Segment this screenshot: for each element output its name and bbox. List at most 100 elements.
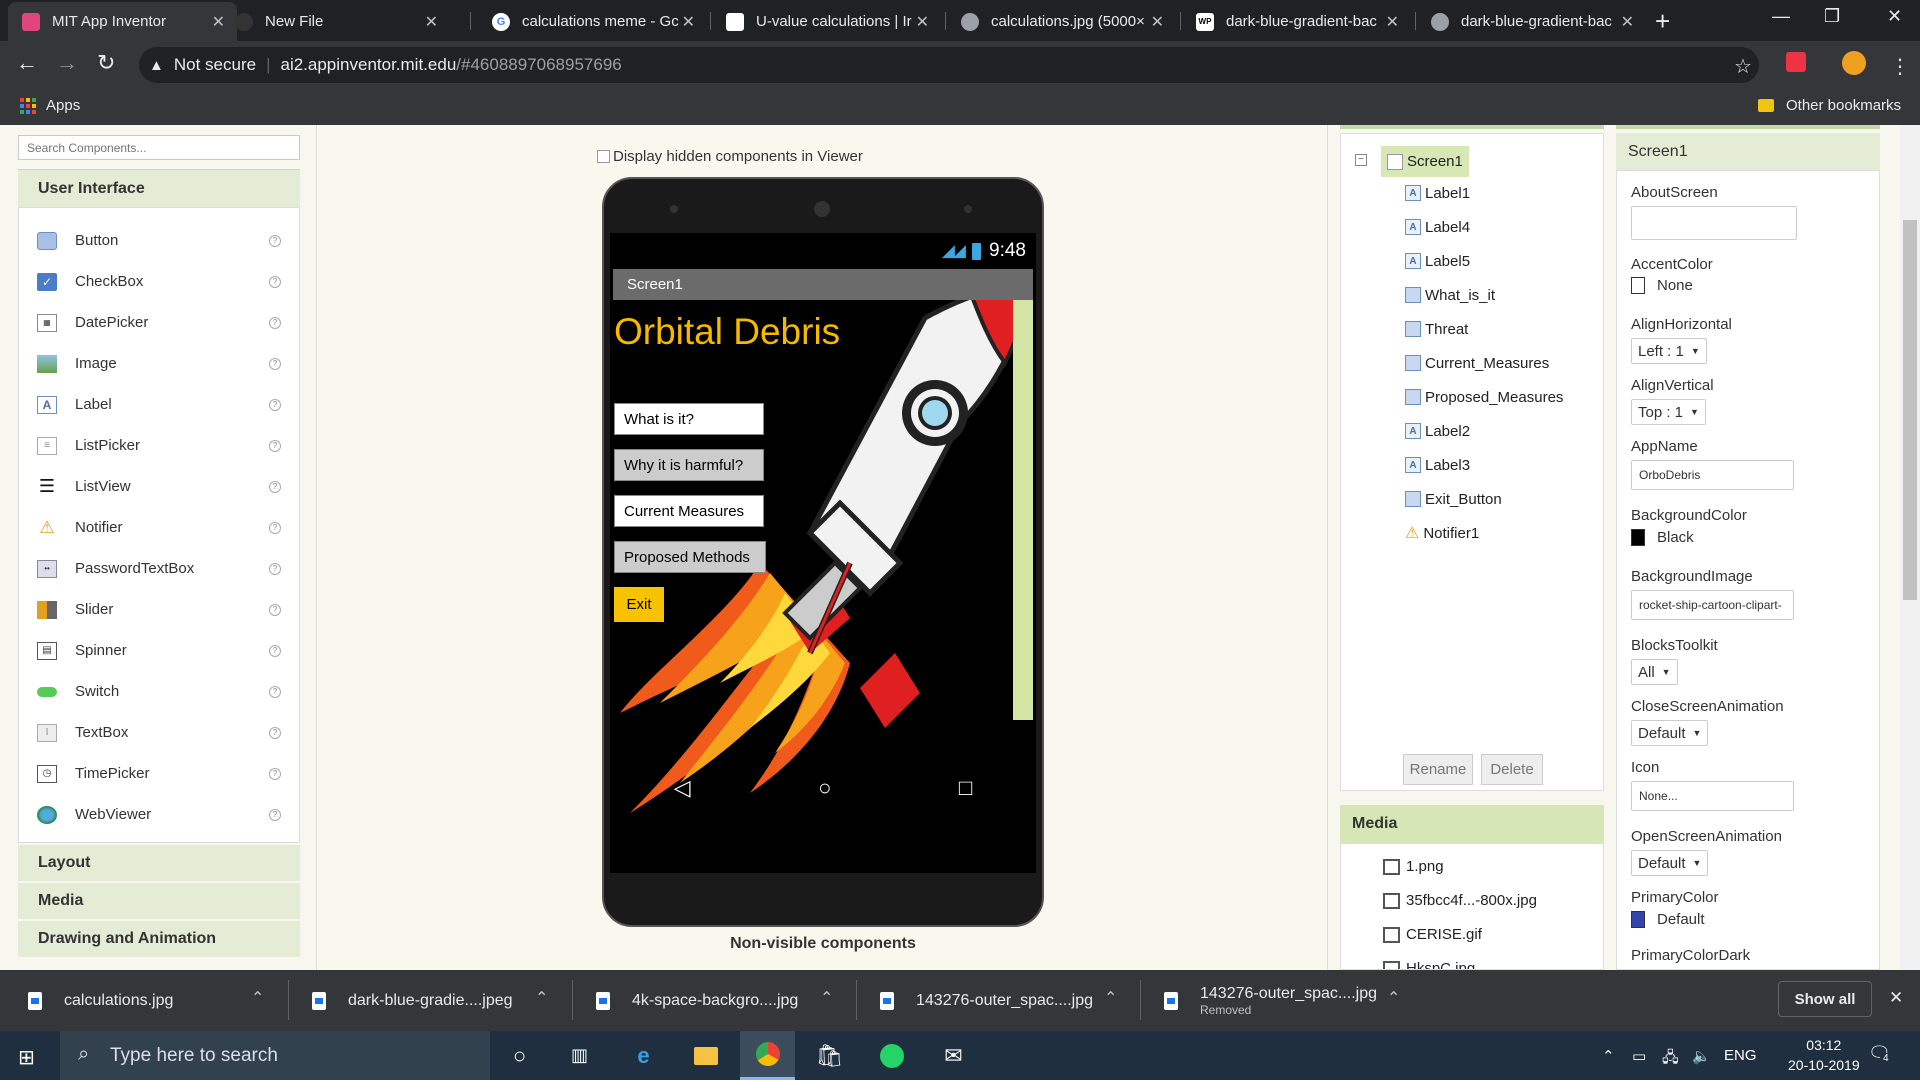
close-tab-icon[interactable]: ✕ bbox=[1151, 12, 1164, 32]
tab-u-value[interactable]: U-value calculations | Ir ✕ bbox=[712, 2, 941, 41]
mail-icon[interactable]: ✉ bbox=[926, 1031, 981, 1080]
bookmark-star-icon[interactable]: ☆ bbox=[1734, 54, 1752, 79]
category-drawing-animation[interactable]: Drawing and Animation bbox=[18, 921, 300, 959]
category-media[interactable]: Media bbox=[18, 883, 300, 921]
why-harmful-button[interactable]: Why it is harmful? bbox=[614, 449, 764, 481]
backgroundcolor-picker[interactable]: Black bbox=[1631, 529, 1694, 546]
tree-node-label5[interactable]: A Label5 bbox=[1405, 249, 1470, 273]
help-icon[interactable]: ? bbox=[269, 316, 281, 329]
rename-button[interactable]: Rename bbox=[1403, 754, 1473, 785]
app-title-label[interactable]: Orbital Debris bbox=[614, 311, 840, 353]
apps-shortcut[interactable]: Apps bbox=[20, 97, 80, 114]
closescreenanimation-select[interactable]: Default ▼ bbox=[1631, 720, 1709, 746]
help-icon[interactable]: ? bbox=[269, 357, 281, 370]
tree-node-proposed-measures[interactable]: Proposed_Measures bbox=[1405, 385, 1563, 409]
backgroundimage-picker[interactable]: rocket-ship-cartoon-clipart- bbox=[1631, 590, 1794, 620]
tab-calculations-meme[interactable]: G calculations meme - Gc ✕ bbox=[478, 2, 707, 41]
palette-item-spinner[interactable]: ▤ Spinner ? bbox=[19, 630, 299, 671]
download-item[interactable]: dark-blue-gradie....jpeg bbox=[312, 970, 513, 1031]
help-icon[interactable]: ? bbox=[269, 808, 281, 821]
palette-item-listview[interactable]: ☰ ListView ? bbox=[19, 466, 299, 507]
nav-back-icon[interactable]: ◁ bbox=[674, 775, 691, 801]
taskbar-search[interactable]: ⌕ Type here to search bbox=[60, 1031, 490, 1080]
pocket-extension-icon[interactable] bbox=[1786, 52, 1806, 72]
chevron-up-icon[interactable]: ⌃ bbox=[1602, 1047, 1615, 1065]
tree-node-label2[interactable]: A Label2 bbox=[1405, 419, 1470, 443]
other-bookmarks[interactable]: Other bookmarks bbox=[1758, 97, 1901, 114]
current-measures-button[interactable]: Current Measures bbox=[614, 495, 764, 527]
help-icon[interactable]: ? bbox=[269, 603, 281, 616]
tab-mit-app-inventor[interactable]: MIT App Inventor ✕ bbox=[8, 2, 237, 41]
display-hidden-checkbox[interactable]: Display hidden components in Viewer bbox=[597, 148, 863, 165]
blockstoolkit-select[interactable]: All ▼ bbox=[1631, 659, 1678, 685]
palette-item-datepicker[interactable]: ▦ DatePicker ? bbox=[19, 302, 299, 343]
palette-item-image[interactable]: Image ? bbox=[19, 343, 299, 384]
close-tab-icon[interactable]: ✕ bbox=[1621, 12, 1634, 32]
download-item[interactable]: 4k-space-backgro....jpg bbox=[596, 970, 798, 1031]
appname-input[interactable]: OrboDebris bbox=[1631, 460, 1794, 490]
proposed-methods-button[interactable]: Proposed Methods bbox=[614, 541, 766, 573]
help-icon[interactable]: ? bbox=[269, 644, 281, 657]
volume-icon[interactable]: 🔈 bbox=[1692, 1047, 1711, 1065]
exit-button[interactable]: Exit bbox=[614, 587, 664, 622]
network-icon[interactable]: 🖧 bbox=[1662, 1047, 1679, 1072]
close-tab-icon[interactable]: ✕ bbox=[682, 12, 695, 32]
back-icon[interactable]: ← bbox=[16, 50, 38, 76]
tree-node-exit-button[interactable]: Exit_Button bbox=[1405, 487, 1502, 511]
help-icon[interactable]: ? bbox=[269, 521, 281, 534]
edge-icon[interactable]: e bbox=[616, 1031, 671, 1080]
download-item[interactable]: calculations.jpg bbox=[28, 970, 173, 1031]
show-all-button[interactable]: Show all bbox=[1778, 981, 1872, 1017]
file-explorer-icon[interactable] bbox=[678, 1031, 733, 1080]
help-icon[interactable]: ? bbox=[269, 439, 281, 452]
aboutscreen-textarea[interactable] bbox=[1631, 206, 1797, 240]
chevron-up-icon[interactable]: ⌃ bbox=[1387, 988, 1400, 1008]
palette-item-notifier[interactable]: ⚠ Notifier ? bbox=[19, 507, 299, 548]
tree-node-what-is-it[interactable]: What_is_it bbox=[1405, 283, 1495, 307]
cortana-icon[interactable]: ○ bbox=[492, 1031, 547, 1080]
windows-start-icon[interactable]: ⊞ bbox=[18, 1045, 35, 1070]
profile-avatar[interactable] bbox=[1842, 51, 1866, 75]
close-shelf-icon[interactable]: ✕ bbox=[1889, 988, 1903, 1008]
chevron-up-icon[interactable]: ⌃ bbox=[1104, 988, 1117, 1008]
help-icon[interactable]: ? bbox=[269, 685, 281, 698]
tab-dark-blue-1[interactable]: WP dark-blue-gradient-bac ✕ bbox=[1182, 2, 1411, 41]
delete-button[interactable]: Delete bbox=[1481, 754, 1543, 785]
help-icon[interactable]: ? bbox=[269, 767, 281, 780]
media-file[interactable]: 1.png bbox=[1383, 858, 1444, 875]
notifications-icon[interactable]: 🗨 4 bbox=[1868, 1043, 1892, 1064]
media-file[interactable]: CERISE.gif bbox=[1383, 926, 1482, 943]
openscreenanimation-select[interactable]: Default ▼ bbox=[1631, 850, 1709, 876]
menu-dots-icon[interactable]: ⋮ bbox=[1890, 54, 1910, 79]
download-item-removed[interactable]: 143276-outer_spac....jpg Removed bbox=[1164, 970, 1377, 1031]
store-icon[interactable]: 🛍 bbox=[802, 1031, 857, 1080]
restore-icon[interactable]: ❐ bbox=[1824, 6, 1840, 27]
palette-item-timepicker[interactable]: ◷ TimePicker ? bbox=[19, 753, 299, 794]
new-tab-button[interactable]: + bbox=[1655, 8, 1670, 34]
palette-item-passwordtextbox[interactable]: •• PasswordTextBox ? bbox=[19, 548, 299, 589]
language-indicator[interactable]: ENG bbox=[1724, 1047, 1757, 1064]
palette-item-webviewer[interactable]: WebViewer ? bbox=[19, 794, 299, 835]
alignhorizontal-select[interactable]: Left : 1 ▼ bbox=[1631, 338, 1707, 364]
palette-item-textbox[interactable]: I TextBox ? bbox=[19, 712, 299, 753]
palette-item-listpicker[interactable]: ≡ ListPicker ? bbox=[19, 425, 299, 466]
primarycolor-picker[interactable]: Default bbox=[1631, 911, 1705, 928]
phone-screen[interactable]: ◢◢ 9:48 Screen1 Orbital Debris What is i… bbox=[610, 233, 1036, 873]
chrome-icon[interactable] bbox=[740, 1031, 795, 1080]
close-tab-icon[interactable]: ✕ bbox=[1386, 12, 1399, 32]
chevron-up-icon[interactable]: ⌃ bbox=[251, 988, 264, 1008]
nav-recents-icon[interactable]: □ bbox=[959, 775, 972, 801]
tree-node-label4[interactable]: A Label4 bbox=[1405, 215, 1470, 239]
palette-item-checkbox[interactable]: ✓ CheckBox ? bbox=[19, 261, 299, 302]
checkbox-box[interactable] bbox=[597, 150, 610, 163]
category-layout[interactable]: Layout bbox=[18, 845, 300, 883]
whatsapp-icon[interactable] bbox=[864, 1031, 919, 1080]
address-bar[interactable]: ▲ Not secure | ai2.appinventor.mit.edu /… bbox=[139, 47, 1759, 83]
search-components-input[interactable] bbox=[18, 135, 300, 160]
tree-node-label3[interactable]: A Label3 bbox=[1405, 453, 1470, 477]
chevron-up-icon[interactable]: ⌃ bbox=[535, 988, 548, 1008]
help-icon[interactable]: ? bbox=[269, 562, 281, 575]
page-scrollbar[interactable] bbox=[1900, 125, 1920, 970]
media-file[interactable]: 35fbcc4f...-800x.jpg bbox=[1383, 892, 1537, 909]
scrollbar-thumb[interactable] bbox=[1903, 220, 1917, 600]
